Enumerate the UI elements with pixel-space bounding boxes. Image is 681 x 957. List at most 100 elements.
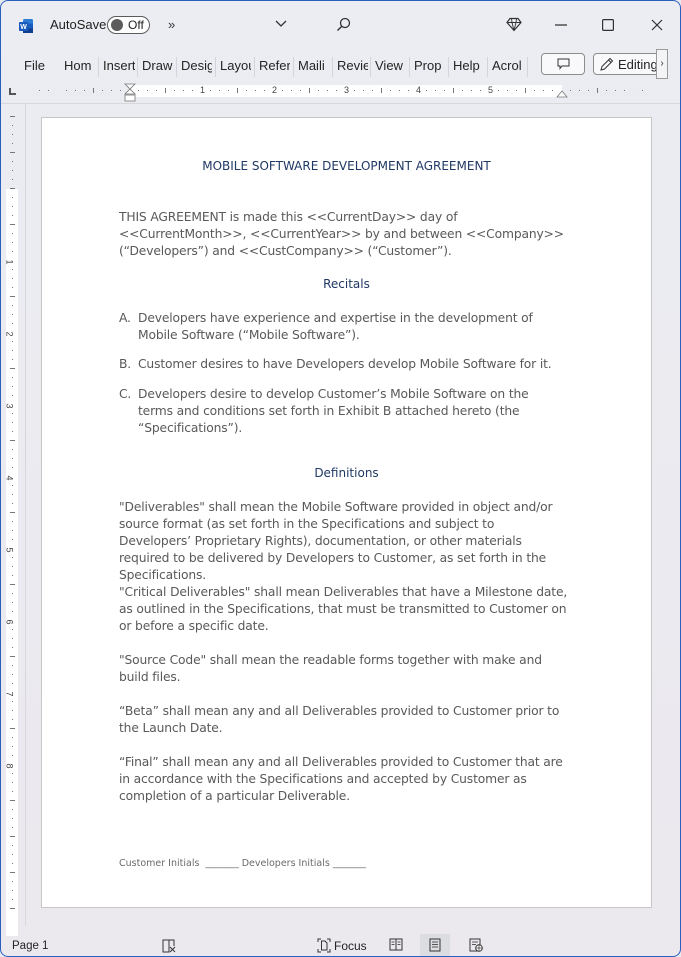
ruler-tick bbox=[606, 90, 607, 91]
pencil-icon bbox=[600, 57, 614, 71]
proofing-icon[interactable] bbox=[162, 939, 176, 953]
recital-text: Developers desire to develop Customer’s … bbox=[138, 387, 529, 435]
ruler-tick bbox=[12, 611, 13, 612]
focus-icon[interactable] bbox=[317, 938, 331, 953]
document-page[interactable]: MOBILE SOFTWARE DEVELOPMENT AGREEMENT TH… bbox=[41, 117, 652, 908]
ruler-number: 6 bbox=[4, 619, 15, 625]
right-indent-marker-icon[interactable] bbox=[556, 89, 568, 98]
ruler-tick bbox=[12, 206, 13, 207]
ruler-tick bbox=[462, 90, 463, 91]
tab-design[interactable]: Desig bbox=[181, 58, 212, 76]
ruler-tick bbox=[390, 90, 391, 91]
tab-properties[interactable]: Prop bbox=[414, 58, 445, 76]
tab-insert[interactable]: Insert bbox=[103, 58, 135, 76]
definition-paragraph: “Beta” shall mean any and all Deliverabl… bbox=[119, 704, 560, 735]
vertical-ruler[interactable]: 1 2 3 4 5 6 7 8 bbox=[1, 104, 25, 936]
ruler-tick bbox=[408, 90, 409, 91]
ruler-tick bbox=[471, 90, 472, 91]
tab-selector-icon[interactable] bbox=[9, 88, 16, 95]
ruler-tick bbox=[10, 584, 15, 585]
ruler-tick bbox=[39, 90, 40, 91]
comment-icon bbox=[557, 58, 570, 70]
ruler-tick bbox=[372, 90, 373, 91]
ruler-tick bbox=[12, 530, 13, 531]
maximize-icon[interactable] bbox=[602, 19, 614, 31]
ruler-tick bbox=[12, 251, 13, 252]
comments-button[interactable] bbox=[541, 53, 585, 75]
ruler-tick bbox=[480, 90, 481, 91]
ruler-tick bbox=[12, 179, 13, 180]
ruler-tick bbox=[147, 90, 148, 91]
recitals-heading: Recitals bbox=[323, 277, 370, 291]
tab-divider bbox=[137, 57, 138, 77]
ruler-tick bbox=[12, 431, 13, 432]
tab-review[interactable]: Revie bbox=[337, 58, 368, 76]
ruler-tick bbox=[624, 90, 625, 91]
search-icon[interactable] bbox=[336, 17, 351, 32]
tab-home[interactable]: Hom bbox=[64, 58, 95, 76]
tab-divider bbox=[487, 57, 488, 77]
ruler-tick bbox=[93, 88, 94, 93]
ruler-tick bbox=[12, 719, 13, 720]
tab-view[interactable]: View bbox=[375, 58, 405, 76]
ruler-tick bbox=[12, 287, 13, 288]
recital-marker: B. bbox=[119, 357, 132, 371]
ribbon-scroll-right[interactable]: › bbox=[656, 49, 668, 79]
ruler-tick bbox=[138, 90, 139, 91]
ruler-tick bbox=[282, 90, 283, 91]
tab-file[interactable]: File bbox=[24, 58, 46, 76]
definition-paragraph: "Source Code" shall mean the readable fo… bbox=[119, 653, 542, 684]
ruler-tick bbox=[264, 90, 265, 91]
ruler-tick bbox=[516, 90, 517, 91]
editing-mode-button[interactable]: Editing bbox=[593, 53, 665, 75]
ruler-tick bbox=[120, 90, 121, 91]
tab-divider bbox=[527, 57, 528, 77]
ruler-number: 4 bbox=[4, 475, 15, 481]
more-commands-icon[interactable]: » bbox=[168, 18, 175, 31]
definition-paragraph: "Deliverables" shall mean the Mobile Sof… bbox=[119, 500, 553, 582]
minimize-icon[interactable] bbox=[555, 24, 567, 26]
ruler-tick bbox=[336, 90, 337, 91]
ruler-tick bbox=[426, 90, 427, 91]
tab-help[interactable]: Help bbox=[453, 58, 483, 76]
read-mode-icon[interactable] bbox=[389, 938, 403, 951]
tab-references[interactable]: Refer bbox=[259, 58, 290, 76]
ruler-tick bbox=[12, 854, 13, 855]
tab-draw[interactable]: Draw bbox=[142, 58, 174, 76]
ruler-number: 8 bbox=[4, 763, 15, 769]
tab-mailings[interactable]: Maili bbox=[298, 58, 329, 76]
close-icon[interactable] bbox=[651, 19, 663, 31]
ruler-tick bbox=[12, 359, 13, 360]
definition-paragraph: "Critical Deliverables" shall mean Deliv… bbox=[119, 585, 568, 633]
ruler-tick bbox=[10, 296, 15, 297]
chevron-down-icon[interactable] bbox=[275, 20, 287, 28]
autosave-toggle[interactable]: Off bbox=[107, 16, 150, 34]
ruler-tick bbox=[12, 746, 13, 747]
focus-label[interactable]: Focus bbox=[334, 939, 367, 953]
diamond-icon[interactable] bbox=[506, 17, 522, 32]
ruler-tick bbox=[12, 278, 13, 279]
ruler-number: 7 bbox=[4, 691, 15, 697]
ruler-tick bbox=[10, 440, 15, 441]
page-indicator[interactable]: Page 1 bbox=[12, 940, 48, 952]
ruler-tick bbox=[12, 269, 13, 270]
indent-marker-icon[interactable] bbox=[124, 83, 136, 103]
ruler-tick bbox=[237, 88, 238, 93]
horizontal-ruler[interactable]: 1 2 3 4 5 bbox=[1, 81, 680, 103]
ruler-tick bbox=[12, 314, 13, 315]
ruler-number: 1 bbox=[200, 85, 206, 95]
tab-layout[interactable]: Layou bbox=[220, 58, 251, 76]
ruler-tick bbox=[174, 90, 175, 91]
word-window: W AutoSave Off » File Hom Insert Draw De… bbox=[0, 0, 681, 957]
ruler-tick bbox=[10, 152, 15, 153]
ruler-tick bbox=[165, 88, 166, 93]
recital-item: B. Customer desires to have Developers d… bbox=[119, 356, 568, 373]
ruler-tick bbox=[102, 90, 103, 91]
ruler-tick bbox=[156, 90, 157, 91]
print-layout-button[interactable] bbox=[420, 934, 450, 956]
tab-acrobat[interactable]: Acrol bbox=[492, 58, 524, 76]
ruler-tick bbox=[12, 197, 13, 198]
ruler-tick bbox=[75, 90, 76, 91]
ruler-tick bbox=[543, 90, 544, 91]
web-layout-icon[interactable] bbox=[469, 938, 483, 952]
